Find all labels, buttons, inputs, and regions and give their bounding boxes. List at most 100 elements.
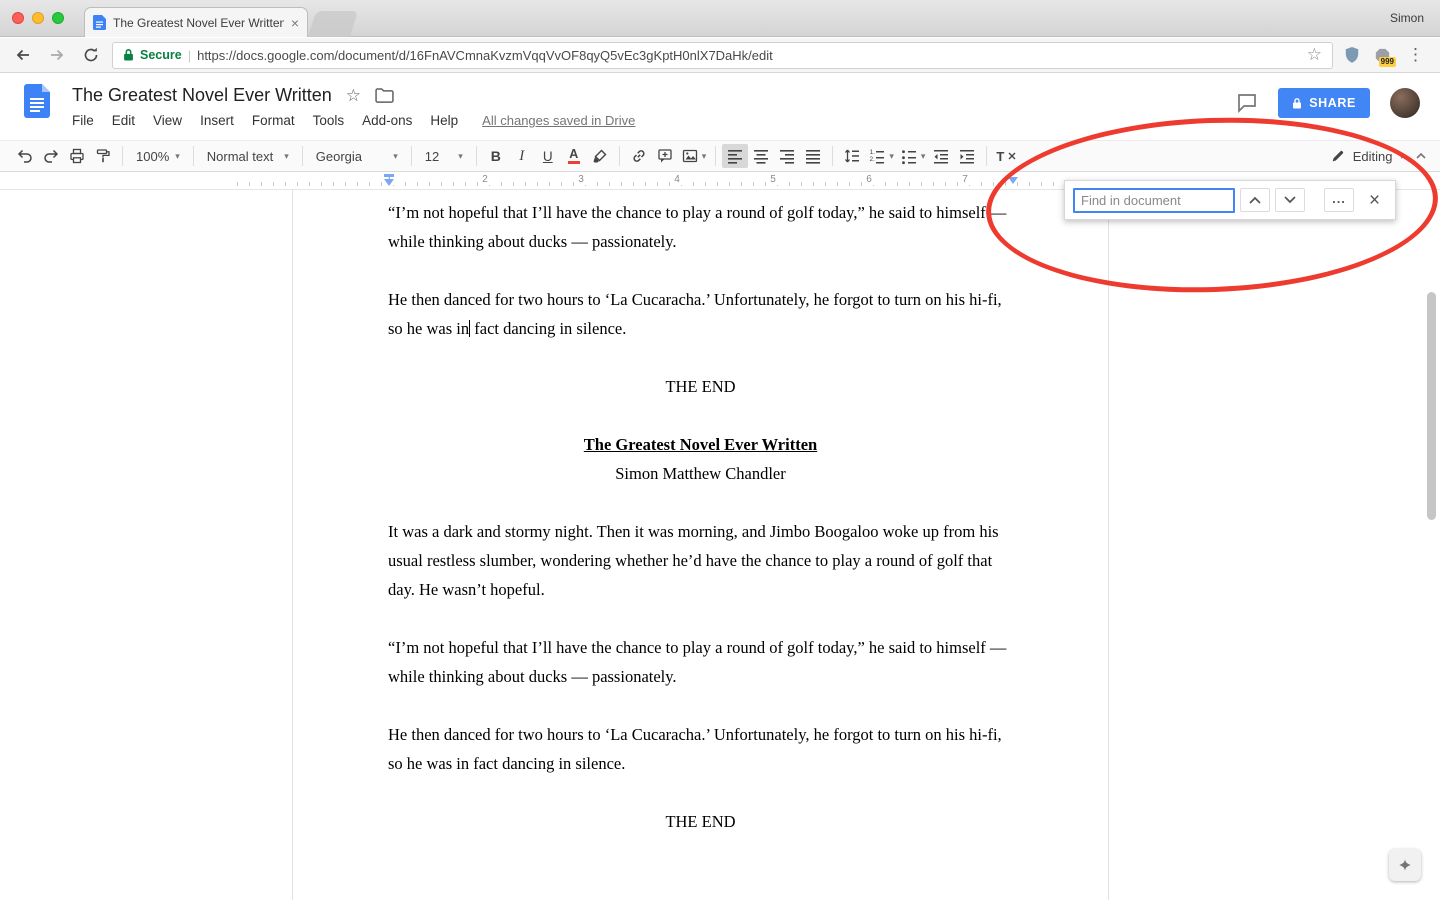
menu-tools[interactable]: Tools <box>313 113 345 128</box>
find-more-options-button[interactable]: ... <box>1324 188 1354 212</box>
increase-indent-button[interactable] <box>954 144 980 168</box>
insert-image-button[interactable]: ▾ <box>678 144 710 168</box>
svg-text:1.: 1. <box>870 149 876 156</box>
docs-logo-icon[interactable] <box>24 84 50 123</box>
menu-file[interactable]: File <box>72 113 94 128</box>
extension-shield-button[interactable] <box>1341 43 1363 67</box>
chevron-down-icon: ▾ <box>393 151 398 162</box>
pencil-icon <box>1330 148 1346 164</box>
inactive-tab-stub[interactable] <box>308 11 358 37</box>
saved-status-link[interactable]: All changes saved in Drive <box>482 113 635 128</box>
bulleted-list-button[interactable]: ▾ <box>897 144 929 168</box>
ruler-number: 5 <box>767 174 779 185</box>
extension-adblock-button[interactable]: 999 <box>1371 43 1393 67</box>
line-spacing-button[interactable] <box>839 144 865 168</box>
address-bar[interactable]: Secure | https://docs.google.com/documen… <box>112 42 1333 69</box>
paragraph[interactable]: It was a dark and stormy night. Then it … <box>388 517 1013 604</box>
first-line-indent-marker[interactable] <box>384 174 394 177</box>
align-left-button[interactable] <box>722 144 748 168</box>
bulleted-list-icon <box>900 147 918 165</box>
find-previous-button[interactable] <box>1240 188 1270 212</box>
document-title[interactable]: The Greatest Novel Ever Written <box>72 85 332 106</box>
font-size-select[interactable]: 12 ▾ <box>418 144 470 168</box>
paragraph[interactable]: He then danced for two hours to ‘La Cuca… <box>388 720 1013 778</box>
explore-button[interactable] <box>1389 849 1421 881</box>
ruler-number: 4 <box>671 174 683 185</box>
ruler-number: 3 <box>575 174 587 185</box>
justify-button[interactable] <box>800 144 826 168</box>
clear-formatting-button[interactable]: T <box>993 144 1020 168</box>
insert-link-button[interactable] <box>626 144 652 168</box>
menu-addons[interactable]: Add-ons <box>362 113 412 128</box>
align-right-button[interactable] <box>774 144 800 168</box>
paragraph[interactable]: “I’m not hopeful that I’ll have the chan… <box>388 633 1013 691</box>
underline-button[interactable]: U <box>535 144 561 168</box>
paragraph-style-select[interactable]: Normal text ▾ <box>200 144 296 168</box>
menu-help[interactable]: Help <box>430 113 458 128</box>
font-select[interactable]: Georgia ▾ <box>309 144 405 168</box>
docs-header: The Greatest Novel Ever Written ☆ File E… <box>0 73 1440 140</box>
ruler-ticks <box>237 182 1165 186</box>
italic-button[interactable]: I <box>509 144 535 168</box>
right-indent-marker[interactable] <box>1008 177 1018 189</box>
vertical-scrollbar[interactable] <box>1427 292 1436 520</box>
underline-icon: U <box>543 149 553 164</box>
the-end-line[interactable]: THE END <box>388 807 1013 836</box>
redo-button[interactable] <box>38 144 64 168</box>
refresh-button[interactable] <box>78 42 104 68</box>
text-color-button[interactable]: A <box>561 144 587 168</box>
browser-menu-button[interactable]: ⋮ <box>1401 45 1430 65</box>
print-button[interactable] <box>64 144 90 168</box>
link-icon <box>630 147 648 165</box>
chevron-down-icon: ▾ <box>284 151 289 162</box>
mode-select[interactable]: Editing ▾ <box>1330 148 1404 164</box>
line-spacing-icon <box>843 147 861 165</box>
bold-button[interactable]: B <box>483 144 509 168</box>
comments-button[interactable] <box>1236 92 1258 114</box>
url-text[interactable]: https://docs.google.com/document/d/16FnA… <box>197 48 1301 63</box>
highlight-button[interactable] <box>587 144 613 168</box>
undo-button[interactable] <box>12 144 38 168</box>
star-document-icon[interactable]: ☆ <box>346 86 361 106</box>
browser-tab[interactable]: The Greatest Novel Ever Written × <box>84 7 308 37</box>
back-button[interactable] <box>10 42 36 68</box>
the-end-line[interactable]: THE END <box>388 372 1013 401</box>
chevron-down-icon: ▾ <box>458 151 463 162</box>
decrease-indent-button[interactable] <box>928 144 954 168</box>
share-button[interactable]: SHARE <box>1278 88 1370 118</box>
numbered-list-button[interactable]: 1.2. ▾ <box>865 144 897 168</box>
forward-arrow-icon <box>48 46 66 64</box>
mode-label: Editing <box>1353 149 1393 164</box>
paragraph[interactable]: “I’m not hopeful that I’ll have the chan… <box>388 198 1013 256</box>
document-page[interactable]: “I’m not hopeful that I’ll have the chan… <box>292 190 1109 900</box>
menu-edit[interactable]: Edit <box>112 113 135 128</box>
window-zoom-button[interactable] <box>52 12 64 24</box>
menu-format[interactable]: Format <box>252 113 295 128</box>
tab-close-icon[interactable]: × <box>291 16 299 30</box>
bookmark-star-icon[interactable]: ☆ <box>1307 45 1322 65</box>
paint-format-button[interactable] <box>90 144 116 168</box>
italic-icon: I <box>519 148 524 165</box>
find-input[interactable] <box>1073 188 1235 213</box>
menu-insert[interactable]: Insert <box>200 113 234 128</box>
align-center-icon <box>752 147 770 165</box>
user-avatar[interactable] <box>1390 88 1420 118</box>
toolbar-overflow-button[interactable] <box>1414 149 1428 163</box>
forward-button[interactable] <box>44 42 70 68</box>
find-next-button[interactable] <box>1275 188 1305 212</box>
mac-titlebar: The Greatest Novel Ever Written × Simon <box>0 0 1440 37</box>
find-panel: ... × <box>1064 180 1396 220</box>
align-center-button[interactable] <box>748 144 774 168</box>
window-close-button[interactable] <box>12 12 24 24</box>
zoom-select[interactable]: 100% ▾ <box>129 144 187 168</box>
paragraph[interactable]: He then danced for two hours to ‘La Cuca… <box>388 285 1013 343</box>
story-title[interactable]: The Greatest Novel Ever Written <box>388 430 1013 459</box>
window-minimize-button[interactable] <box>32 12 44 24</box>
menu-view[interactable]: View <box>153 113 182 128</box>
tab-title: The Greatest Novel Ever Written <box>113 16 284 30</box>
omnibox-divider: | <box>188 48 191 63</box>
move-folder-icon[interactable] <box>375 88 394 103</box>
find-close-icon[interactable]: × <box>1369 191 1380 210</box>
author-line[interactable]: Simon Matthew Chandler <box>388 459 1013 488</box>
insert-comment-button[interactable] <box>652 144 678 168</box>
